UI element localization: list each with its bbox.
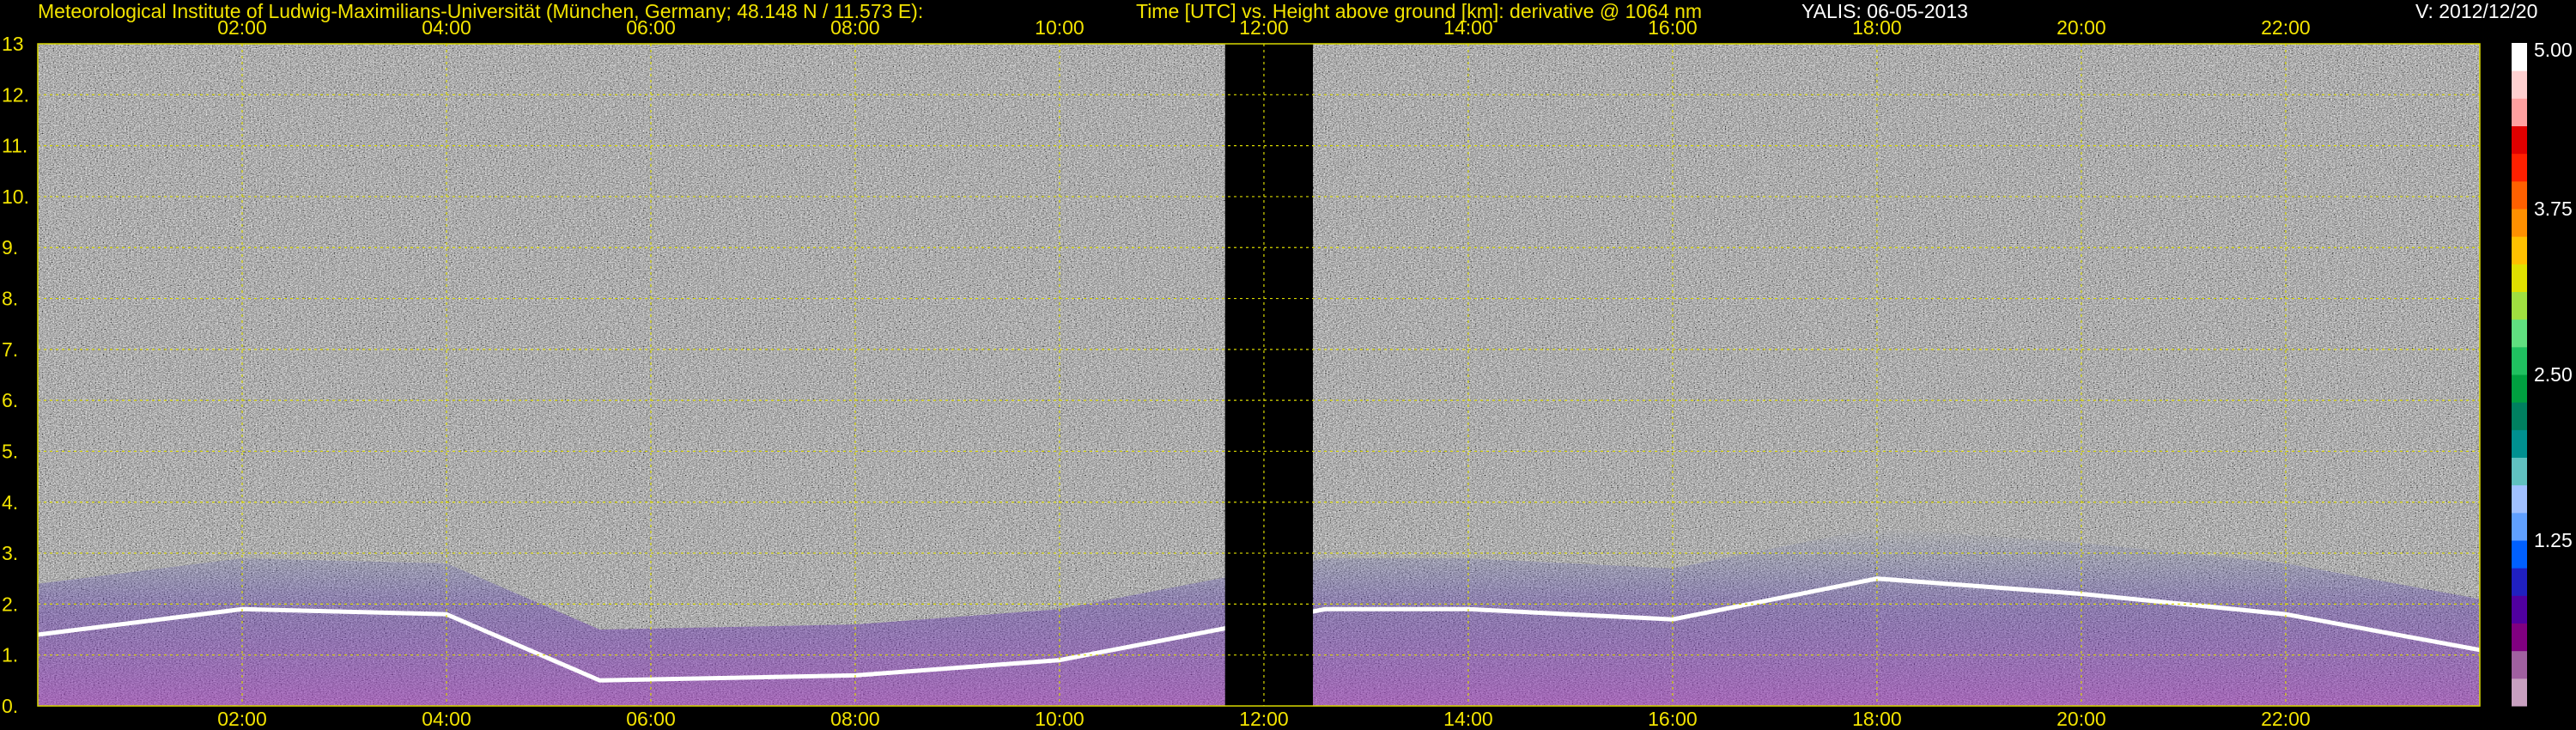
x-tick-label-bottom: 14:00 — [1443, 708, 1493, 730]
colorbar-swatch — [2512, 209, 2527, 237]
colorbar-tick-label: 3.75 — [2534, 198, 2573, 220]
colorbar-swatch — [2512, 484, 2527, 514]
colorbar-swatch — [2512, 429, 2527, 458]
colorbar-swatch — [2512, 402, 2527, 430]
y-tick-label: 4. — [2, 491, 18, 514]
y-tick-label: 1. — [2, 644, 18, 666]
x-tick-label-bottom: 16:00 — [1648, 708, 1698, 730]
colorbar-swatch — [2512, 291, 2527, 320]
y-tick-label: 6. — [2, 389, 18, 411]
data-gap — [1224, 44, 1314, 706]
x-tick-label-bottom: 04:00 — [422, 708, 471, 730]
colorbar-tick-label: 1.25 — [2534, 529, 2573, 551]
y-tick-label: 12. — [2, 83, 29, 106]
colorbar-swatch — [2512, 346, 2527, 375]
colorbar-swatch — [2512, 264, 2527, 292]
y-tick-label: 11. — [2, 135, 27, 157]
x-tick-label-bottom: 08:00 — [830, 708, 880, 730]
colorbar-tick-label: 5.00 — [2534, 39, 2573, 61]
y-tick-label: 10. — [2, 186, 29, 208]
colorbar-swatch — [2512, 540, 2527, 569]
colorbar-swatch — [2512, 595, 2527, 624]
y-tick-label: 3. — [2, 542, 18, 564]
y-tick-label: 2. — [2, 593, 18, 615]
y-tick-label: 5. — [2, 440, 18, 462]
colorbar-swatch — [2512, 43, 2527, 71]
x-tick-label-top: 22:00 — [2261, 16, 2311, 39]
colorbar-swatch — [2512, 623, 2527, 652]
colorbar-swatch — [2512, 678, 2527, 707]
y-tick-label: 8. — [2, 288, 18, 310]
colorbar: 1.25 2.50 3.75 5.00 — [2512, 39, 2573, 707]
colorbar-swatch — [2512, 236, 2527, 265]
x-tick-label-bottom: 06:00 — [626, 708, 676, 730]
x-tick-label-top: 04:00 — [422, 16, 471, 39]
backscatter-derivative-field — [38, 44, 2480, 706]
colorbar-swatch — [2512, 512, 2527, 541]
y-tick-label: 13 — [2, 33, 24, 55]
x-tick-label-top: 16:00 — [1648, 16, 1698, 39]
x-tick-label-top: 14:00 — [1443, 16, 1493, 39]
colorbar-swatch — [2512, 319, 2527, 348]
x-tick-label-top: 12:00 — [1239, 16, 1289, 39]
x-tick-label-bottom: 12:00 — [1239, 708, 1289, 730]
colorbar-swatch — [2512, 650, 2527, 679]
x-tick-label-bottom: 20:00 — [2057, 708, 2106, 730]
x-tick-label-bottom: 10:00 — [1035, 708, 1084, 730]
colorbar-swatch — [2512, 125, 2527, 155]
x-tick-label-top: 10:00 — [1035, 16, 1084, 39]
colorbar-swatch — [2512, 568, 2527, 596]
colorbar-swatch — [2512, 153, 2527, 182]
x-tick-label-top: 06:00 — [626, 16, 676, 39]
x-tick-label-top: 18:00 — [1852, 16, 1902, 39]
x-tick-label-bottom: 18:00 — [1852, 708, 1902, 730]
y-tick-label: 0. — [2, 695, 18, 717]
colorbar-swatch — [2512, 457, 2527, 486]
x-tick-label-top: 08:00 — [830, 16, 880, 39]
colorbar-swatch — [2512, 70, 2527, 99]
colorbar-swatch — [2512, 98, 2527, 126]
x-tick-label-top: 02:00 — [217, 16, 267, 39]
x-tick-label-bottom: 02:00 — [217, 708, 267, 730]
x-tick-label-top: 20:00 — [2057, 16, 2106, 39]
lidar-time-height-plot: 02:00 02:00 04:00 04:00 06:00 06:00 08:00 08:00… — [2, 16, 2573, 730]
x-tick-label-bottom: 22:00 — [2261, 708, 2311, 730]
colorbar-tick-label: 2.50 — [2534, 363, 2573, 386]
y-tick-label: 9. — [2, 236, 18, 259]
colorbar-swatch — [2512, 180, 2527, 210]
colorbar-swatch — [2512, 374, 2527, 403]
y-tick-label: 7. — [2, 338, 18, 361]
